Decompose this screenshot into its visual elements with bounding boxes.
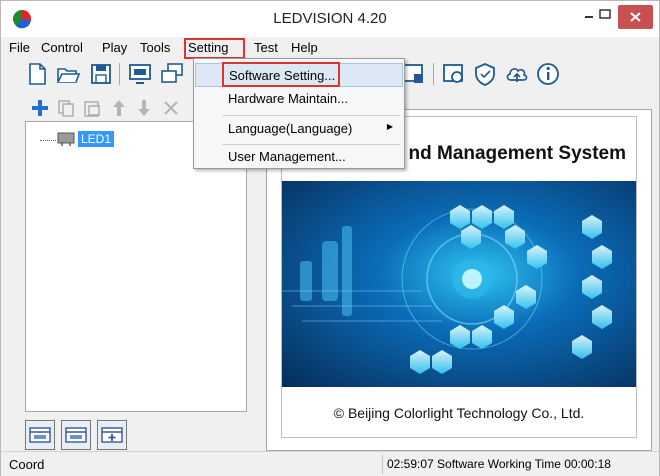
close-icon <box>630 12 641 22</box>
settings-screen-icon[interactable] <box>441 61 467 87</box>
submenu-arrow-icon: ▶ <box>386 122 393 131</box>
copy-icon[interactable] <box>55 97 77 119</box>
menu-item-user-management[interactable]: User Management... <box>195 145 403 169</box>
menu-item-language[interactable]: Language(Language) ▶ <box>195 117 403 141</box>
menu-bar: File Control Play Tools Setting Test Hel… <box>1 37 659 59</box>
menu-item-label: User Management... <box>228 149 346 164</box>
program-icon <box>29 427 51 443</box>
menu-separator <box>222 115 400 116</box>
new-file-icon[interactable] <box>24 61 50 87</box>
toolbar-separator <box>119 63 120 85</box>
cloud-upload-icon[interactable] <box>504 61 530 87</box>
software-setting-annotation <box>222 62 340 87</box>
status-working-time: 02:59:07 Software Working Time 00:00:18 <box>387 457 611 471</box>
add-item-icon <box>101 427 123 443</box>
add-area-button[interactable] <box>61 420 91 450</box>
menu-item-label: Hardware Maintain... <box>228 91 348 106</box>
tree-connector <box>40 140 56 141</box>
paste-icon[interactable] <box>81 97 103 119</box>
menu-test[interactable]: Test <box>254 40 278 56</box>
window-icon[interactable] <box>159 61 185 87</box>
status-bar: Coord 02:59:07 Software Working Time 00:… <box>1 451 659 476</box>
move-up-icon[interactable] <box>108 97 130 119</box>
menu-file[interactable]: File <box>9 40 30 56</box>
toolbar-separator <box>433 63 434 85</box>
save-icon[interactable] <box>88 61 114 87</box>
menu-item-hardware-maintain[interactable]: Hardware Maintain... <box>195 87 403 111</box>
move-down-icon[interactable] <box>133 97 155 119</box>
screen-icon <box>57 132 75 146</box>
title-bar: LEDVISION 4.20 <box>1 1 659 37</box>
menu-help[interactable]: Help <box>291 40 318 56</box>
shield-icon[interactable] <box>472 61 498 87</box>
menu-control[interactable]: Control <box>41 40 83 56</box>
window-title: LEDVISION 4.20 <box>273 10 387 27</box>
area-icon <box>65 427 87 443</box>
info-icon[interactable] <box>535 61 561 87</box>
splash-banner-image <box>282 181 636 387</box>
add-icon[interactable] <box>29 97 51 119</box>
add-program-button[interactable] <box>25 420 55 450</box>
tree-item-led1[interactable]: LED1 <box>78 131 115 147</box>
delete-icon[interactable] <box>160 97 182 119</box>
status-divider <box>382 455 383 474</box>
status-coord: Coord <box>9 457 45 472</box>
menu-tools[interactable]: Tools <box>140 40 170 56</box>
setting-menu-annotation <box>184 38 245 59</box>
open-folder-icon[interactable] <box>55 61 81 87</box>
add-item-button[interactable] <box>97 420 127 450</box>
splash-copyright: © Beijing Colorlight Technology Co., Ltd… <box>333 405 585 421</box>
close-button[interactable] <box>618 5 653 29</box>
display-icon[interactable] <box>127 61 153 87</box>
app-window: LEDVISION 4.20 File Control Play Tools S… <box>0 0 660 476</box>
menu-item-label: Language(Language) <box>228 121 353 136</box>
menu-play[interactable]: Play <box>102 40 127 56</box>
